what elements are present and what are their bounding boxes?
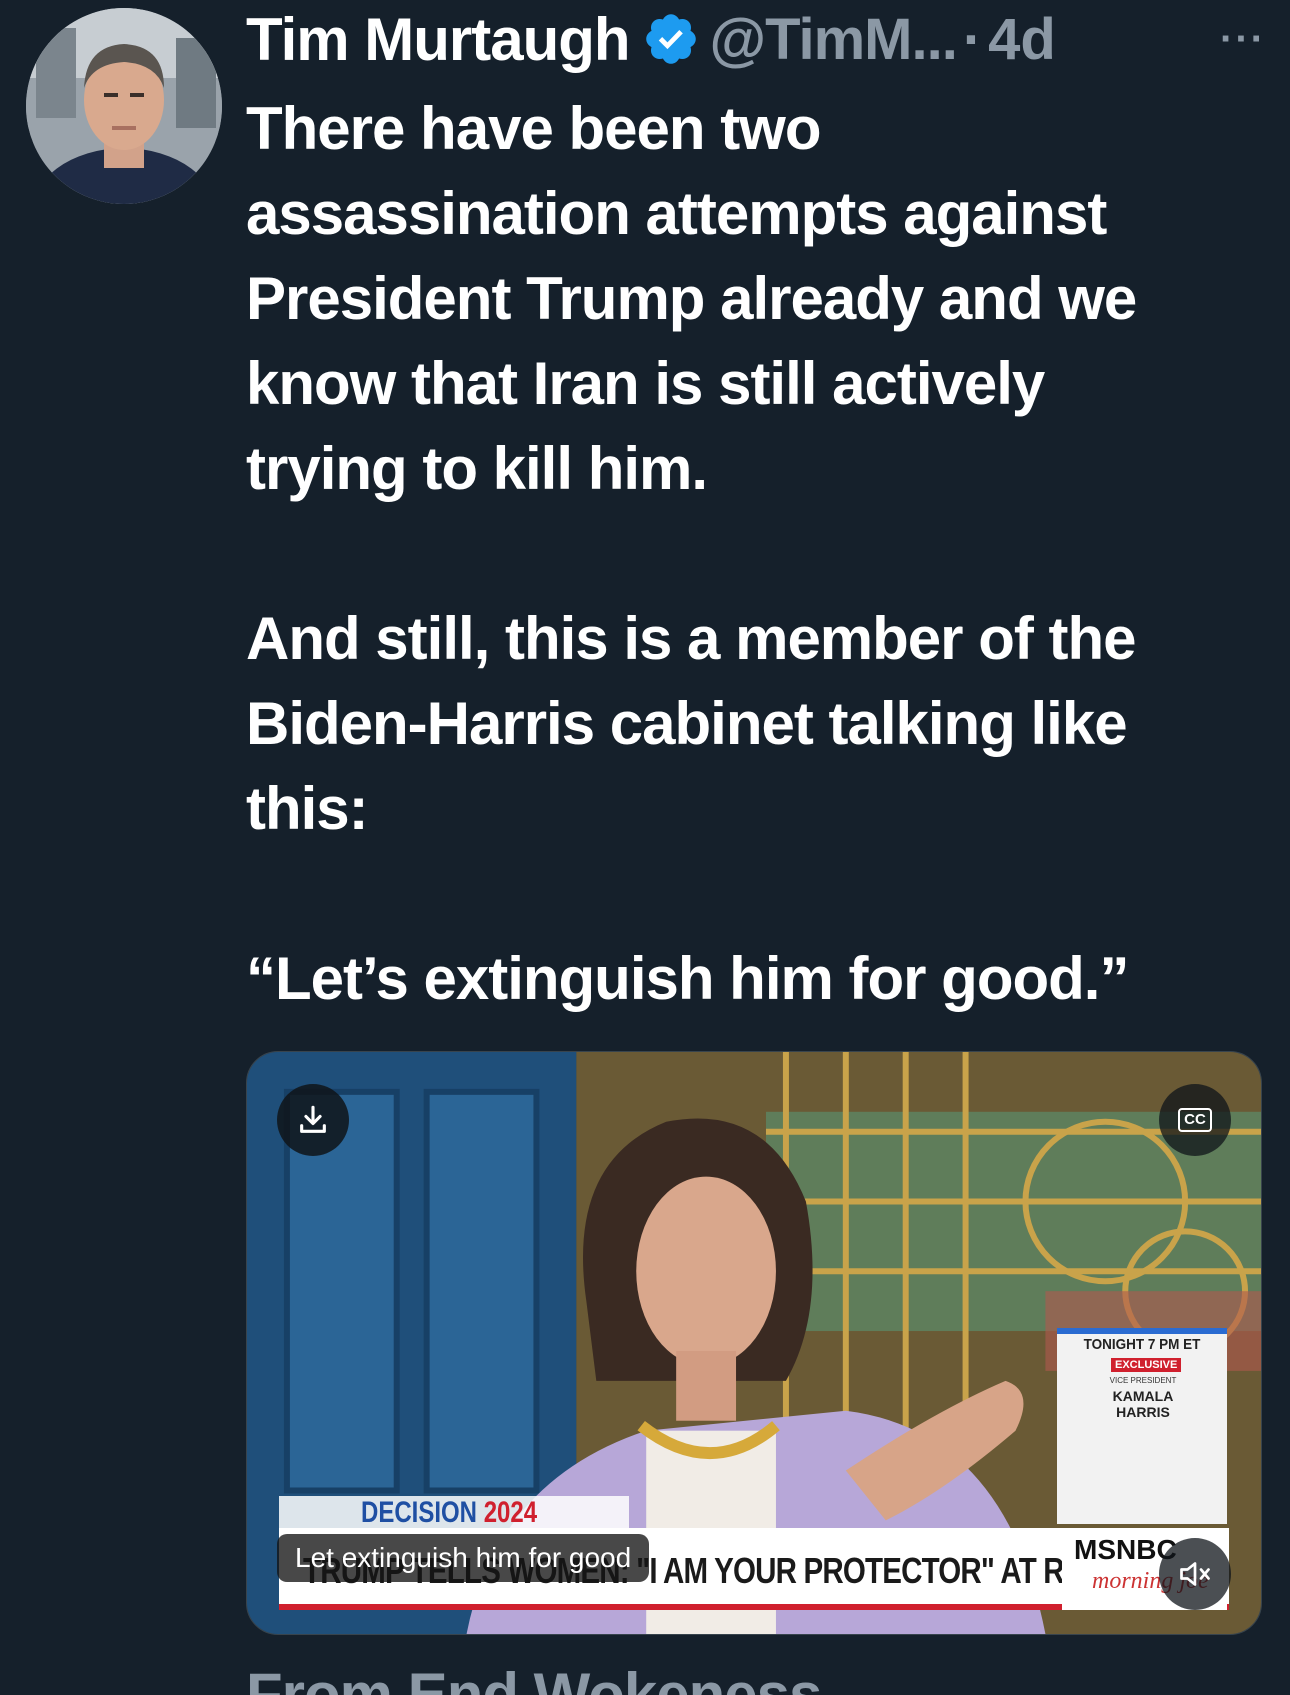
tweet[interactable]: Tim Murtaugh @TimM... · 4d ··· There hav… (0, 0, 1290, 1695)
separator-dot: · (962, 6, 983, 72)
verified-badge-icon[interactable] (642, 10, 700, 68)
next-tweet-preview: From End Wokeness (246, 1661, 822, 1695)
text-line: And still, this is a member of the (246, 605, 1137, 672)
decision-year: 2024 (483, 1496, 538, 1529)
decision-word: DECISION (361, 1496, 478, 1529)
promo-badge: EXCLUSIVE (1111, 1358, 1182, 1372)
text-line: this: (246, 775, 369, 842)
download-button[interactable] (277, 1084, 349, 1156)
timestamp[interactable]: 4d (988, 6, 1056, 73)
avatar-photo (26, 8, 222, 204)
tweet-header: Tim Murtaugh @TimM... · 4d ··· (246, 2, 1266, 76)
promo-name-line: KAMALA (1112, 1388, 1174, 1404)
promo-subtitle: VICE PRESIDENT (1109, 1376, 1177, 1385)
video-player[interactable]: CC TONIGHT 7 PM ET EXCLUSIVE VICE PRESID… (246, 1051, 1262, 1635)
author-name[interactable]: Tim Murtaugh (246, 5, 631, 74)
promo-time: TONIGHT 7 PM ET (1083, 1336, 1201, 1353)
text-line: trying to kill him. (246, 435, 708, 502)
tv-promo-box: TONIGHT 7 PM ET EXCLUSIVE VICE PRESIDENT… (1057, 1328, 1227, 1524)
captions-button[interactable]: CC (1159, 1084, 1231, 1156)
text-line: Biden-Harris cabinet talking like (246, 690, 1128, 757)
text-line: There have been two (246, 95, 822, 162)
text-line: know that Iran is still actively (246, 350, 1045, 417)
avatar[interactable] (26, 8, 222, 204)
more-options-icon[interactable]: ··· (1220, 2, 1266, 76)
author-handle[interactable]: @TimM... (710, 6, 958, 73)
promo-name: KAMALA HARRIS (1103, 1388, 1183, 1420)
video-caption: Let extinguish him for good (277, 1534, 650, 1582)
quote-line: “Let’s extinguish him for good.” (246, 945, 1129, 1012)
mute-button[interactable] (1159, 1538, 1231, 1610)
tweet-text: There have been two assassination attemp… (246, 86, 1266, 1021)
decision-label: DECISION 2024 (361, 1496, 537, 1530)
cc-icon: CC (1178, 1108, 1212, 1132)
download-icon (300, 1105, 326, 1133)
text-line: President Trump already and we (246, 265, 1137, 332)
decision-banner: DECISION 2024 (279, 1496, 629, 1530)
text-line: assassination attempts against (246, 180, 1107, 247)
muted-speaker-icon (1180, 1562, 1210, 1586)
promo-name-line: HARRIS (1116, 1404, 1170, 1420)
